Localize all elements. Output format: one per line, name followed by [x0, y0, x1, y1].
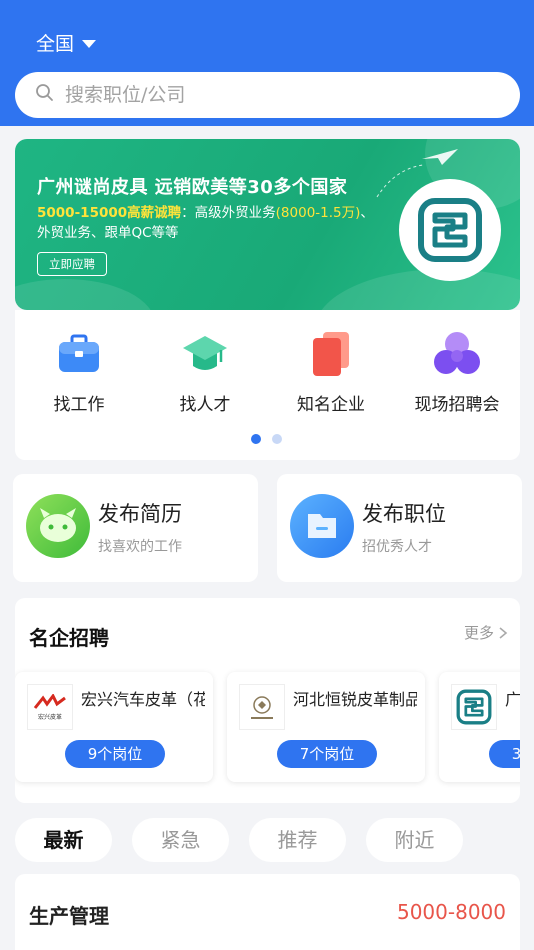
folder-icon	[290, 494, 354, 558]
publish-resume-card[interactable]: 发布简历 找喜欢的工作	[13, 474, 258, 582]
apply-now-button[interactable]: 立即应聘	[37, 252, 107, 276]
chevron-right-icon	[499, 626, 508, 639]
logo-text: 宏兴皮革	[37, 713, 62, 721]
menu-label: 现场招聘会	[414, 395, 500, 415]
tab-urgent[interactable]: 紧急	[132, 818, 229, 862]
publish-job-subtitle: 招优秀人才	[362, 539, 432, 555]
robot-face-icon	[26, 494, 90, 558]
famous-companies-section: 名企招聘 更多 宏兴皮革 宏兴汽车皮革（花 9个岗位 河北恒锐皮革制品 7个岗位…	[15, 598, 520, 803]
company-jobs-button[interactable]: 9个岗位	[65, 740, 165, 768]
menu-job-fair[interactable]: 现场招聘会	[397, 330, 517, 415]
company-card[interactable]: 宏兴皮革 宏兴汽车皮革（花 9个岗位	[15, 672, 213, 782]
location-selector[interactable]: 全国	[36, 29, 97, 56]
search-bar[interactable]	[15, 72, 520, 118]
banner-decoration	[15, 279, 155, 310]
company-name: 宏兴汽车皮革（花	[81, 690, 205, 709]
documents-icon	[307, 330, 355, 378]
carousel-dot[interactable]	[272, 434, 282, 444]
company-logo	[239, 684, 285, 730]
banner-highlight: 5000-15000高薪诚聘	[37, 205, 182, 221]
tab-recommended[interactable]: 推荐	[249, 818, 346, 862]
publish-resume-subtitle: 找喜欢的工作	[98, 539, 182, 555]
menu-label: 知名企业	[297, 395, 365, 415]
company-card[interactable]: 广 3个岗位	[439, 672, 520, 782]
briefcase-icon	[55, 330, 103, 378]
menu-find-job[interactable]: 找工作	[19, 330, 139, 415]
search-input[interactable]	[65, 84, 465, 106]
menu-label: 找人才	[179, 395, 231, 415]
caret-down-icon	[82, 39, 97, 48]
banner-line-2: 外贸业务、跟单QC等等	[37, 225, 179, 241]
job-salary: 5000-8000	[396, 900, 506, 924]
more-label: 更多	[463, 624, 494, 642]
promo-banner[interactable]: 广州谜尚皮具 远销欧美等30多个国家 5000-15000高薪诚聘：高级外贸业务…	[15, 139, 520, 310]
carousel-indicator	[251, 434, 282, 444]
publish-job-card[interactable]: 发布职位 招优秀人才	[277, 474, 522, 582]
banner-line-1-paren: (8000-1.5万)	[275, 205, 361, 221]
company-logo: 宏兴皮革	[27, 684, 73, 730]
job-title: 生产管理	[29, 904, 109, 928]
section-title: 名企招聘	[29, 626, 109, 650]
search-icon	[35, 83, 55, 107]
job-filter-tabs: 最新 紧急 推荐 附近	[15, 818, 463, 862]
banner-title: 广州谜尚皮具 远销欧美等30多个国家	[37, 177, 348, 198]
tab-latest[interactable]: 最新	[15, 818, 112, 862]
company-name: 河北恒锐皮革制品	[293, 690, 417, 709]
banner-line-1-text: ：高级外贸业务	[181, 205, 276, 221]
location-label: 全国	[36, 33, 75, 55]
graduation-cap-icon	[181, 330, 229, 378]
publish-job-title: 发布职位	[362, 502, 446, 526]
company-logo	[451, 684, 497, 730]
hongxing-logo-icon	[33, 692, 66, 709]
menu-famous-companies[interactable]: 知名企业	[271, 330, 391, 415]
banner-line-1: 5000-15000高薪诚聘：高级外贸业务(8000-1.5万)、	[37, 201, 374, 221]
banner-line-1-tail: 、	[360, 205, 374, 221]
company-card[interactable]: 河北恒锐皮革制品 7个岗位	[227, 672, 425, 782]
company-name: 广	[505, 690, 520, 709]
publish-resume-title: 发布简历	[98, 502, 182, 526]
banner-decoration	[315, 269, 520, 310]
tab-nearby[interactable]: 附近	[366, 818, 463, 862]
company-logo	[399, 179, 501, 281]
menu-label: 找工作	[53, 395, 105, 415]
quick-menu: 找工作 找人才 知名企业 现场招聘会	[15, 310, 520, 460]
company-jobs-button[interactable]: 3个岗位	[489, 740, 520, 768]
carousel-dot-active[interactable]	[251, 434, 261, 444]
company-jobs-button[interactable]: 7个岗位	[277, 740, 377, 768]
menu-find-talent[interactable]: 找人才	[145, 330, 265, 415]
job-card[interactable]: 生产管理 5000-8000	[15, 874, 520, 950]
circles-icon	[433, 330, 481, 378]
more-link[interactable]: 更多	[464, 622, 508, 643]
